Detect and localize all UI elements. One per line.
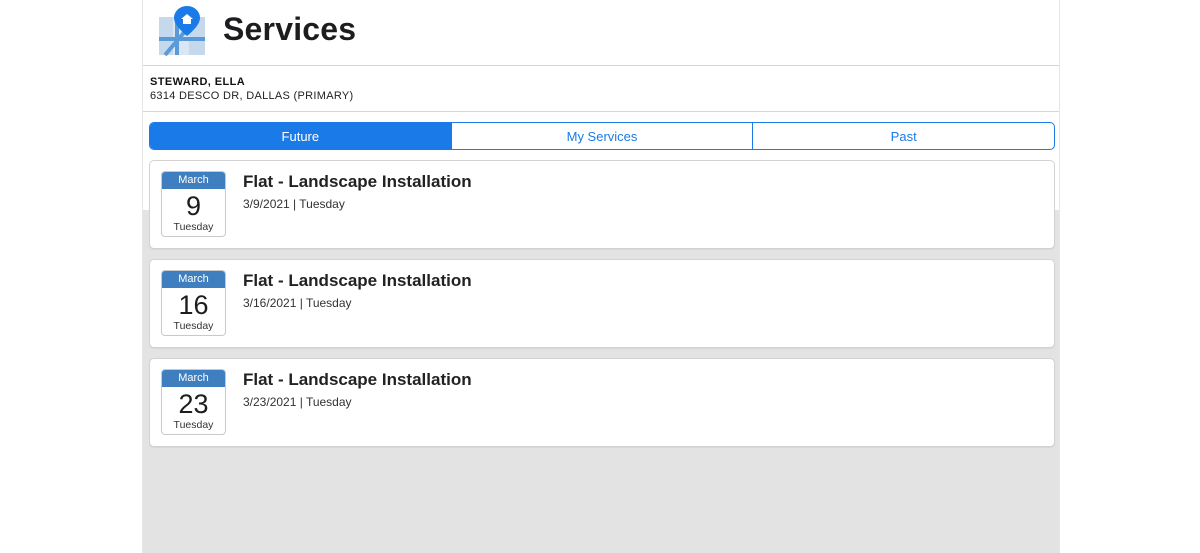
page-title: Services: [223, 11, 357, 47]
services-app: Services STEWARD, ELLA 6314 DESCO DR, DA…: [142, 0, 1060, 553]
calendar-month: March: [162, 172, 225, 189]
service-title: Flat - Landscape Installation: [243, 370, 472, 389]
segmented-tabs: Future My Services Past: [149, 122, 1055, 150]
tab-my-services[interactable]: My Services: [450, 123, 753, 149]
calendar-weekday: Tuesday: [173, 221, 214, 233]
customer-address: 6314 DESCO DR, DALLAS (PRIMARY): [150, 90, 354, 102]
service-date: 3/23/2021 | Tuesday: [243, 395, 352, 409]
page-header: Services: [143, 0, 1059, 66]
tab-past[interactable]: Past: [752, 123, 1054, 149]
map-pin-home-icon: [157, 5, 207, 57]
service-title: Flat - Landscape Installation: [243, 271, 472, 290]
calendar-month: March: [162, 370, 225, 387]
calendar-icon: March 23 Tuesday: [161, 369, 226, 435]
service-date: 3/9/2021 | Tuesday: [243, 197, 345, 211]
service-card[interactable]: March 23 Tuesday Flat - Landscape Instal…: [149, 358, 1055, 447]
calendar-icon: March 9 Tuesday: [161, 171, 226, 237]
calendar-day: 23: [178, 389, 209, 419]
service-card[interactable]: March 16 Tuesday Flat - Landscape Instal…: [149, 259, 1055, 348]
service-date: 3/16/2021 | Tuesday: [243, 296, 352, 310]
calendar-icon: March 16 Tuesday: [161, 270, 226, 336]
service-list: March 9 Tuesday Flat - Landscape Install…: [149, 160, 1055, 457]
service-card[interactable]: March 9 Tuesday Flat - Landscape Install…: [149, 160, 1055, 249]
service-title: Flat - Landscape Installation: [243, 172, 472, 191]
calendar-day: 9: [185, 191, 202, 221]
customer-name: STEWARD, ELLA: [150, 76, 246, 88]
calendar-day: 16: [178, 290, 209, 320]
customer-info: STEWARD, ELLA 6314 DESCO DR, DALLAS (PRI…: [143, 66, 1059, 112]
tab-future[interactable]: Future: [150, 123, 451, 149]
calendar-weekday: Tuesday: [173, 320, 214, 332]
calendar-weekday: Tuesday: [173, 419, 214, 431]
calendar-month: March: [162, 271, 225, 288]
